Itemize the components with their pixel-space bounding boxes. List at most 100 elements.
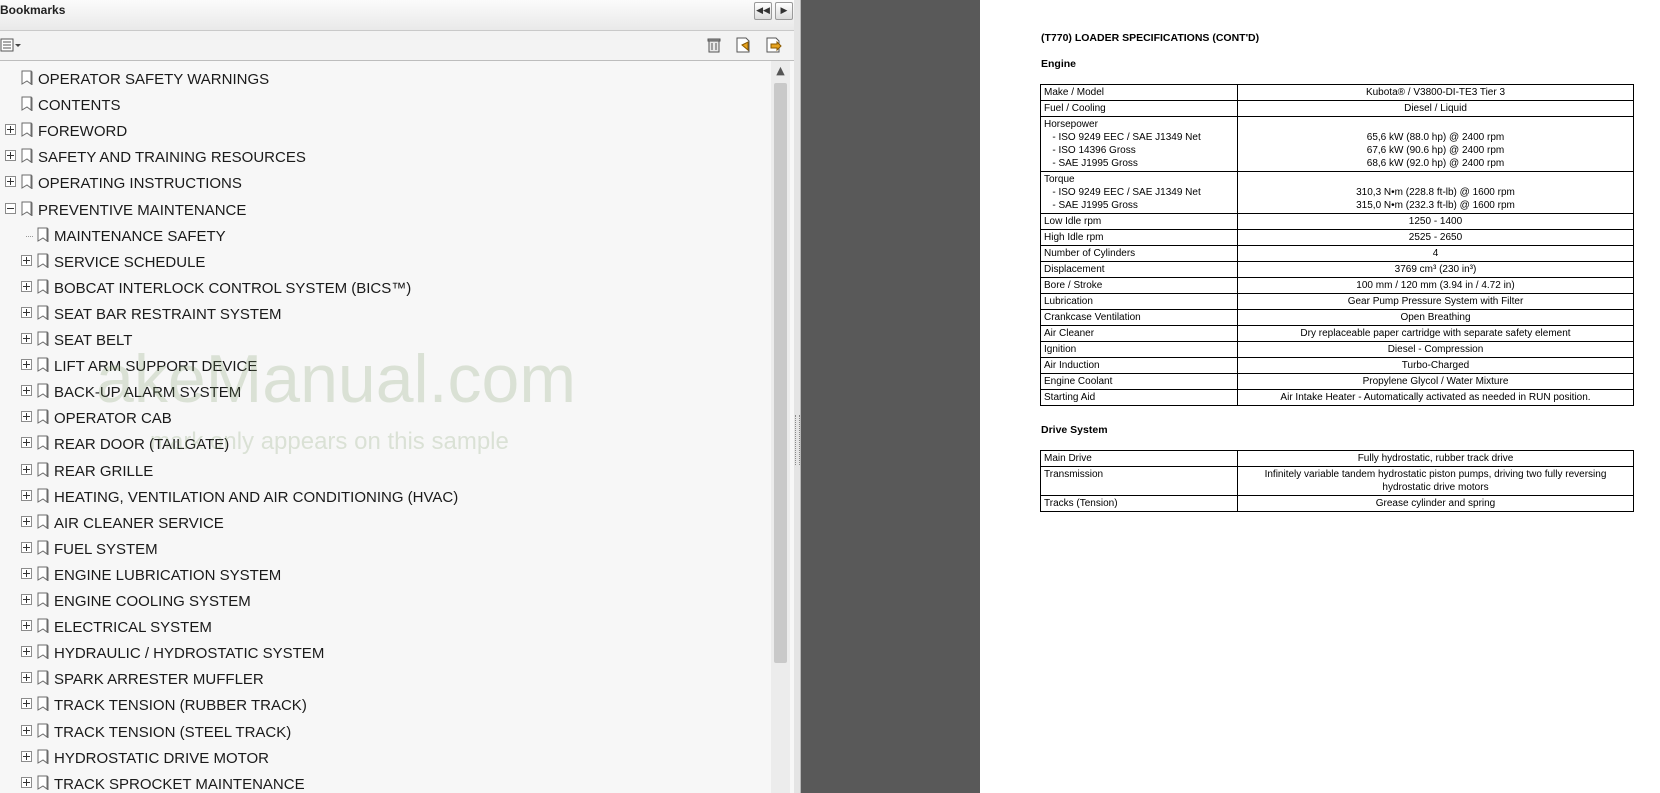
spec-label-cell: Lubrication bbox=[1040, 293, 1238, 310]
expand-plus-icon[interactable] bbox=[21, 385, 32, 397]
bookmark-item[interactable]: OPERATOR SAFETY WARNINGS bbox=[0, 66, 760, 92]
panel-options-button[interactable]: ▶ bbox=[775, 2, 793, 20]
bookmark-item[interactable]: ENGINE LUBRICATION SYSTEM bbox=[0, 562, 760, 588]
bookmark-item[interactable]: HEATING, VENTILATION AND AIR CONDITIONIN… bbox=[0, 484, 760, 510]
expand-plus-icon[interactable] bbox=[5, 150, 16, 162]
spec-label-cell: Horsepower - ISO 9249 EEC / SAE J1349 Ne… bbox=[1040, 116, 1238, 172]
spec-label-cell: Torque - ISO 9249 EEC / SAE J1349 Net - … bbox=[1040, 171, 1238, 214]
bookmark-item[interactable]: FUEL SYSTEM bbox=[0, 536, 760, 562]
bookmark-item[interactable]: SERVICE SCHEDULE bbox=[0, 249, 760, 275]
bookmark-item[interactable]: TRACK TENSION (RUBBER TRACK) bbox=[0, 692, 760, 718]
bookmark-icon bbox=[37, 723, 49, 738]
bookmark-label: CONTENTS bbox=[38, 97, 121, 115]
bookmark-icon bbox=[37, 383, 49, 399]
bookmark-item[interactable]: MAINTENANCE SAFETY bbox=[0, 223, 760, 249]
expand-plus-icon[interactable] bbox=[21, 698, 32, 710]
bookmark-item[interactable]: REAR DOOR (TAILGATE) bbox=[0, 431, 760, 457]
delete-bookmark-icon[interactable] bbox=[705, 36, 723, 54]
document-page: (T770) LOADER SPECIFICATIONS (CONT'D) En… bbox=[980, 0, 1660, 793]
bookmark-icon bbox=[37, 435, 49, 451]
bookmark-label: HYDROSTATIC DRIVE MOTOR bbox=[54, 749, 270, 767]
bookmark-icon bbox=[37, 488, 49, 503]
bookmark-icon bbox=[21, 122, 33, 138]
panel-splitter[interactable] bbox=[794, 0, 801, 793]
spec-value-cell: Turbo-Charged bbox=[1237, 357, 1634, 374]
bookmark-item[interactable]: SAFETY AND TRAINING RESOURCES bbox=[0, 144, 760, 170]
bookmark-item[interactable]: HYDROSTATIC DRIVE MOTOR bbox=[0, 745, 760, 771]
spec-value-cell: Open Breathing bbox=[1237, 309, 1634, 326]
expand-plus-icon[interactable] bbox=[21, 776, 32, 788]
expand-plus-icon[interactable] bbox=[21, 620, 32, 632]
spec-row: Ignition Diesel - Compression bbox=[1040, 341, 1634, 358]
expand-plus-icon[interactable] bbox=[21, 333, 32, 344]
splitter-grip-icon[interactable] bbox=[795, 415, 800, 465]
bookmark-label: REAR GRILLE bbox=[54, 462, 154, 480]
bookmark-item[interactable]: HYDRAULIC / HYDROSTATIC SYSTEM bbox=[0, 640, 760, 666]
bookmark-options-icon[interactable] bbox=[0, 36, 22, 54]
spec-value-cell: 310,3 N•m (228.8 ft-lb) @ 1600 rpm 315,0… bbox=[1237, 171, 1634, 214]
expand-plus-icon[interactable] bbox=[21, 672, 32, 684]
spec-row: Air Induction Turbo-Charged bbox=[1040, 357, 1634, 374]
expand-plus-icon[interactable] bbox=[21, 411, 32, 423]
bookmark-label: LIFT ARM SUPPORT DEVICE bbox=[54, 358, 258, 376]
bookmark-item[interactable]: OPERATING INSTRUCTIONS bbox=[0, 170, 760, 196]
new-bookmark-icon[interactable] bbox=[734, 36, 752, 54]
spec-row: Lubrication Gear Pump Pressure System wit… bbox=[1040, 293, 1634, 310]
engine-heading: Engine bbox=[1041, 58, 1077, 70]
bookmark-item[interactable]: SEAT BAR RESTRAINT SYSTEM bbox=[0, 301, 760, 327]
bookmark-label: SPARK ARRESTER MUFFLER bbox=[54, 671, 264, 689]
bookmark-label: OPERATING INSTRUCTIONS bbox=[38, 175, 242, 193]
expand-plus-icon[interactable] bbox=[21, 515, 32, 527]
bookmark-label: SEAT BAR RESTRAINT SYSTEM bbox=[54, 305, 282, 323]
expand-plus-icon[interactable] bbox=[21, 280, 32, 292]
expand-plus-icon[interactable] bbox=[21, 254, 32, 266]
expand-plus-icon[interactable] bbox=[21, 306, 32, 318]
expand-plus-icon[interactable] bbox=[5, 124, 16, 136]
expand-plus-icon[interactable] bbox=[5, 176, 16, 188]
bookmark-label: TRACK SPROCKET MAINTENANCE bbox=[54, 775, 305, 793]
expand-plus-icon[interactable] bbox=[21, 594, 32, 605]
spec-label-cell: Crankcase Ventilation bbox=[1040, 309, 1238, 326]
scroll-up-arrow-icon[interactable]: ▲ bbox=[771, 61, 790, 81]
spec-row: Air Cleaner Dry replaceable paper cartrid… bbox=[1040, 325, 1634, 342]
spec-row: Displacement 3769 cm³ (230 in³) bbox=[1040, 261, 1634, 278]
expand-plus-icon[interactable] bbox=[21, 567, 32, 579]
expand-plus-icon[interactable] bbox=[21, 489, 32, 501]
bookmark-item[interactable]: PREVENTIVE MAINTENANCE bbox=[0, 197, 760, 223]
drive-system-spec-table: Main Drive Fully hydrostatic, rubber trac… bbox=[1040, 450, 1634, 512]
bookmark-item[interactable]: TRACK TENSION (STEEL TRACK) bbox=[0, 719, 760, 745]
expand-plus-icon[interactable] bbox=[21, 646, 32, 658]
bookmark-item[interactable]: FOREWORD bbox=[0, 118, 760, 144]
scroll-thumb[interactable] bbox=[774, 83, 787, 663]
bookmark-icon bbox=[21, 174, 33, 190]
bookmarks-scrollbar[interactable]: ▲ bbox=[771, 61, 790, 793]
bookmark-item[interactable]: SEAT BELT bbox=[0, 327, 760, 353]
bookmark-item[interactable]: ENGINE COOLING SYSTEM bbox=[0, 588, 760, 614]
bookmark-label: BACK-UP ALARM SYSTEM bbox=[54, 384, 242, 402]
bookmark-from-selection-icon[interactable] bbox=[764, 36, 782, 54]
bookmark-item[interactable]: BACK-UP ALARM SYSTEM bbox=[0, 379, 760, 405]
bookmark-item[interactable]: LIFT ARM SUPPORT DEVICE bbox=[0, 353, 760, 379]
bookmark-label: HEATING, VENTILATION AND AIR CONDITIONIN… bbox=[54, 488, 459, 506]
bookmark-item[interactable]: SPARK ARRESTER MUFFLER bbox=[0, 666, 760, 692]
spec-value-cell: 65,6 kW (88.0 hp) @ 2400 rpm 67,6 kW (90… bbox=[1237, 116, 1634, 172]
bookmark-item[interactable]: CONTENTS bbox=[0, 92, 760, 118]
expand-plus-icon[interactable] bbox=[21, 463, 32, 475]
bookmarks-panel: Bookmarks ◀◀ ▶ OPERATOR SAFETY WARNINGS C… bbox=[0, 0, 795, 793]
expand-plus-icon[interactable] bbox=[21, 359, 32, 371]
bookmark-item[interactable]: TRACK SPROCKET MAINTENANCE bbox=[0, 771, 760, 793]
spec-value-cell: Grease cylinder and spring bbox=[1237, 495, 1634, 512]
bookmark-label: FOREWORD bbox=[38, 123, 128, 141]
bookmark-item[interactable]: ELECTRICAL SYSTEM bbox=[0, 614, 760, 640]
collapse-panel-button[interactable]: ◀◀ bbox=[754, 2, 772, 20]
bookmark-item[interactable]: REAR GRILLE bbox=[0, 458, 760, 484]
expand-plus-icon[interactable] bbox=[21, 437, 32, 449]
panel-toolbar bbox=[0, 31, 794, 61]
bookmark-item[interactable]: OPERATOR CAB bbox=[0, 405, 760, 431]
expand-plus-icon[interactable] bbox=[21, 541, 32, 553]
expand-plus-icon[interactable] bbox=[21, 750, 32, 762]
bookmark-item[interactable]: AIR CLEANER SERVICE bbox=[0, 510, 760, 536]
bookmark-item[interactable]: BOBCAT INTERLOCK CONTROL SYSTEM (BICS™) bbox=[0, 275, 760, 301]
collapse-minus-icon[interactable] bbox=[5, 202, 16, 214]
expand-plus-icon[interactable] bbox=[21, 724, 32, 736]
